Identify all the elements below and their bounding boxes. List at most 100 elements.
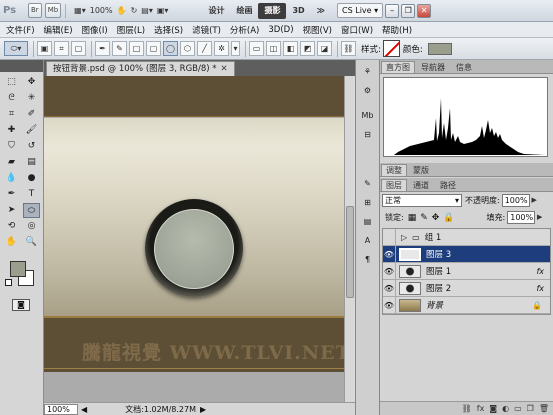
scrollbar-thumb[interactable] — [346, 206, 354, 298]
menu-window[interactable]: 窗口(W) — [341, 24, 373, 36]
document-tab[interactable]: 按钮背景.psd @ 100% (图层 3, RGB/8) * ✕ — [46, 61, 235, 76]
blend-mode-select[interactable]: 正常 — [382, 194, 462, 207]
eraser-tool-icon[interactable]: ▰ — [3, 155, 20, 170]
ellipse-tool-icon[interactable]: ⬭ — [23, 203, 40, 218]
new-layer-mode-icon[interactable]: ▭ — [249, 41, 264, 56]
history-panel-icon[interactable]: ⚘ — [359, 64, 376, 79]
rectangular-marquee-icon[interactable]: ⬚ — [3, 75, 20, 90]
paragraph-panel-icon[interactable]: ¶ — [359, 252, 376, 267]
type-tool-icon[interactable]: T — [23, 187, 40, 202]
fill-pixels-icon[interactable]: ▢ — [71, 41, 86, 56]
minibridge-button[interactable]: Mb — [44, 3, 62, 18]
workspace-3d[interactable]: 3D — [286, 3, 310, 19]
menu-analysis[interactable]: 分析(A) — [230, 24, 259, 36]
tab-adjustments[interactable]: 调整 — [381, 164, 407, 176]
fill-slider-icon[interactable]: ▶ — [535, 211, 544, 224]
lock-all-icon[interactable]: 🔒 — [443, 213, 454, 223]
character-panel-icon[interactable]: ⊟ — [359, 127, 376, 142]
zoom-level-select[interactable]: 100% — [90, 6, 113, 15]
lock-image-icon[interactable]: ✎ — [420, 213, 428, 223]
menu-select[interactable]: 选择(S) — [154, 24, 183, 36]
exclude-mode-icon[interactable]: ◪ — [317, 41, 332, 56]
fill-input[interactable]: 100% — [507, 211, 536, 224]
minimize-icon[interactable]: – — [385, 3, 400, 18]
lock-transparent-icon[interactable]: ▦ — [408, 213, 417, 223]
delete-layer-icon[interactable]: 🗑 — [539, 404, 549, 413]
rounded-rectangle-icon[interactable]: ▢ — [146, 41, 161, 56]
pen-tool-icon[interactable]: ✒ — [95, 41, 110, 56]
workspace-design[interactable]: 设计 — [202, 3, 230, 19]
subtract-mode-icon[interactable]: ◧ — [283, 41, 298, 56]
menu-filter[interactable]: 滤镜(T) — [192, 24, 221, 36]
clone-source-panel-icon[interactable]: ⊞ — [359, 195, 376, 210]
layer-row[interactable]: 👁 图层 3 — [383, 245, 550, 263]
polygon-shape-icon[interactable]: ⬡ — [180, 41, 195, 56]
add-style-icon[interactable]: fx — [477, 404, 485, 413]
swatches-panel-icon[interactable]: A — [359, 233, 376, 248]
add-mode-icon[interactable]: ◫ — [266, 41, 281, 56]
brush-panel-icon[interactable]: ✎ — [359, 176, 376, 191]
new-group-icon[interactable]: ▭ — [514, 404, 522, 413]
eye-icon[interactable]: 👁 — [383, 262, 396, 280]
zoom-field[interactable]: 100% — [44, 403, 78, 415]
hand-tool-icon[interactable]: ✋ — [117, 6, 127, 15]
paths-icon[interactable]: ⌗ — [54, 41, 69, 56]
mini-bridge-panel-icon[interactable]: Mb — [359, 108, 376, 123]
ellipse-shape-icon[interactable]: ◯ — [163, 41, 178, 56]
opacity-input[interactable]: 100% — [501, 194, 530, 207]
actions-panel-icon[interactable]: ⚙ — [359, 83, 376, 98]
close-icon[interactable]: ✕ — [417, 3, 432, 18]
eyedropper-icon[interactable]: ✐ — [23, 107, 40, 122]
intersect-mode-icon[interactable]: ◩ — [300, 41, 315, 56]
menu-file[interactable]: 文件(F) — [6, 24, 35, 36]
foreground-color-swatch[interactable] — [10, 261, 26, 277]
eye-icon[interactable]: 👁 — [383, 279, 396, 297]
menu-image[interactable]: 图像(I) — [82, 24, 108, 36]
spot-healing-icon[interactable]: ✚ — [3, 123, 20, 138]
layer-row[interactable]: 👁 背景 🔒 — [383, 296, 550, 314]
menu-3d[interactable]: 3D(D) — [268, 25, 293, 35]
clone-stamp-icon[interactable]: ⛉ — [3, 139, 20, 154]
path-selection-icon[interactable]: ➤ — [3, 203, 20, 218]
tab-histogram[interactable]: 直方图 — [381, 61, 415, 73]
arrange-documents-icon[interactable]: ▤▾ — [141, 6, 153, 15]
gradient-tool-icon[interactable]: ▤ — [23, 155, 40, 170]
status-menu-icon[interactable]: ▶ — [200, 405, 206, 414]
eye-icon[interactable]: 👁 — [383, 296, 396, 314]
magic-wand-icon[interactable]: ✳ — [23, 91, 40, 106]
cs-live-button[interactable]: CS Live ▾ — [337, 3, 384, 18]
tab-navigator[interactable]: 导航器 — [416, 61, 450, 73]
3d-rotate-icon[interactable]: ⟲ — [3, 219, 20, 234]
new-layer-icon[interactable]: ❐ — [527, 404, 534, 413]
lock-position-icon[interactable]: ✥ — [432, 213, 440, 223]
tools-panel-header[interactable] — [0, 60, 43, 72]
bridge-button[interactable]: Br — [28, 3, 42, 18]
eye-icon[interactable]: 👁 — [383, 245, 396, 263]
shape-color-swatch[interactable] — [427, 42, 452, 55]
zoom-tool-icon[interactable]: 🔍 — [23, 235, 40, 250]
tool-preset-picker[interactable]: ⬭▾ — [4, 41, 28, 56]
opacity-slider-icon[interactable]: ▶ — [530, 194, 539, 207]
brush-tool-icon[interactable]: 🖌 — [23, 123, 40, 138]
lasso-tool-icon[interactable]: ᘓ — [3, 91, 20, 106]
shape-options-arrow-icon[interactable]: ▾ — [231, 41, 240, 56]
more-workspaces-button[interactable]: ≫ — [311, 3, 331, 19]
adjustment-layer-icon[interactable]: ◐ — [502, 404, 509, 413]
3d-orbit-icon[interactable]: ◎ — [23, 219, 40, 234]
screen-mode-icon[interactable]: ▣▾ — [157, 6, 169, 15]
document-canvas[interactable]: 騰龍視覺 WWW.TLVI.NET — [44, 76, 344, 402]
dodge-tool-icon[interactable]: ● — [23, 171, 40, 186]
tab-layers[interactable]: 图层 — [381, 179, 407, 191]
menu-edit[interactable]: 编辑(E) — [44, 24, 73, 36]
menu-help[interactable]: 帮助(H) — [382, 24, 412, 36]
tab-channels[interactable]: 通道 — [408, 179, 434, 191]
link-layers-icon[interactable]: ⛓ — [462, 404, 472, 413]
pen-tool-icon[interactable]: ✒ — [3, 187, 20, 202]
layer-row[interactable]: 👁 图层 1 fx — [383, 262, 550, 280]
hand-tool-icon[interactable]: ✋ — [3, 235, 20, 250]
workspace-photography[interactable]: 摄影 — [258, 2, 287, 19]
quick-mask-icon[interactable]: ◙ — [12, 299, 30, 311]
visibility-toggle[interactable] — [383, 228, 396, 246]
tool-presets-panel-icon[interactable]: ▤ — [359, 214, 376, 229]
crop-tool-icon[interactable]: ⌗ — [3, 107, 20, 122]
